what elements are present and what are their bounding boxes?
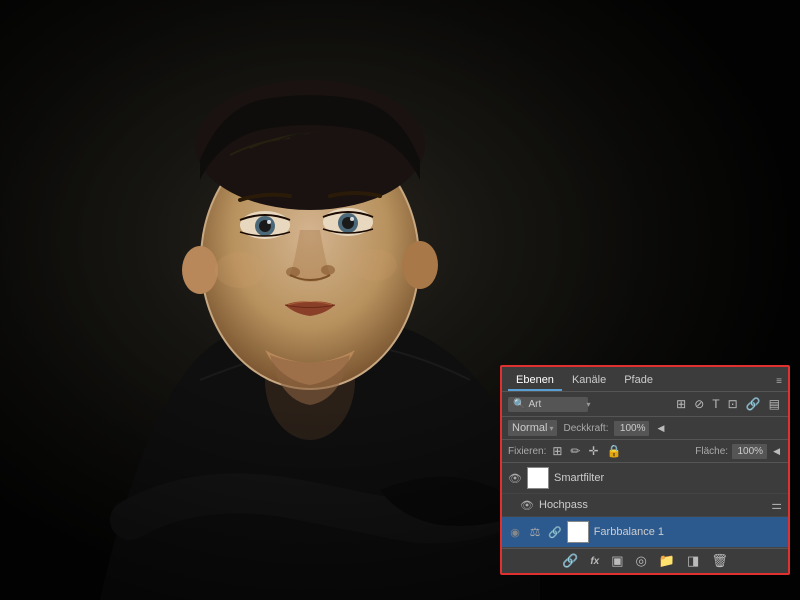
more-icon[interactable]: ▤ (767, 396, 782, 412)
new-group-icon[interactable]: ⊞ (674, 396, 688, 412)
visibility-icon-farbbalance[interactable]: ◉ (508, 525, 522, 539)
layer-name-smartfilter: Smartfilter (554, 472, 782, 484)
search-dropdown-arrow[interactable]: ▾ (586, 400, 590, 409)
lock-all-icon[interactable]: 🔒 (605, 443, 624, 459)
panel-tabs: Ebenen Kanäle Pfade ≡ (502, 367, 788, 392)
fill-value[interactable]: 100% (732, 444, 767, 459)
filter-options-icon[interactable]: ⚌ (771, 498, 782, 512)
layer-name-farbbalance: Farbbalance 1 (594, 526, 782, 538)
fixieren-label: Fixieren: (508, 446, 546, 457)
layer-item-hochpass[interactable]: 👁 Hochpass ⚌ (502, 494, 788, 517)
visibility-icon-hochpass[interactable]: 👁 (520, 498, 534, 512)
lock-icons: ⊞ ✏ ✛ 🔒 (550, 443, 623, 459)
layers-list: 👁 Smartfilter 👁 Hochpass ⚌ ◉ ⚖ 🔗 Farbbal… (502, 463, 788, 548)
layer-item-farbbalance[interactable]: ◉ ⚖ 🔗 Farbbalance 1 (502, 517, 788, 548)
layer-item-smartfilter[interactable]: 👁 Smartfilter (502, 463, 788, 494)
search-icon: 🔍 (513, 399, 525, 410)
new-group-btn[interactable]: 📁 (659, 553, 675, 569)
search-box[interactable]: 🔍 ▾ (508, 397, 588, 412)
blend-dropdown-arrow: ▾ (549, 424, 553, 433)
lock-pixels-icon[interactable]: ⊞ (550, 443, 564, 459)
adjustment-icon[interactable]: ⊘ (692, 396, 706, 412)
opacity-decrease-icon[interactable]: ◀ (655, 422, 666, 435)
chain-icon-farbbalance[interactable]: 🔗 (548, 526, 562, 539)
layer-thumb-farbbalance (567, 521, 589, 543)
tab-pfade[interactable]: Pfade (616, 371, 661, 391)
fx-icon[interactable]: fx (590, 556, 599, 567)
new-layer-btn[interactable]: ◨ (687, 553, 699, 569)
canvas-area: Ebenen Kanäle Pfade ≡ 🔍 ▾ ⊞ ⊘ T ⊡ 🔗 ▤ (0, 0, 800, 600)
toolbar-icons: ⊞ ⊘ T ⊡ 🔗 ▤ (674, 396, 782, 412)
layers-panel: Ebenen Kanäle Pfade ≡ 🔍 ▾ ⊞ ⊘ T ⊡ 🔗 ▤ (500, 365, 790, 575)
panel-menu-icon[interactable]: ≡ (776, 376, 782, 387)
delete-layer-btn[interactable]: 🗑 (711, 553, 728, 569)
lock-paint-icon[interactable]: ✏ (568, 443, 582, 459)
layer-name-hochpass: Hochpass (539, 499, 766, 511)
blend-mode-value: Normal (512, 422, 547, 434)
opacity-label: Deckkraft: (563, 423, 608, 434)
lock-position-icon[interactable]: ✛ (586, 443, 600, 459)
shape-icon[interactable]: ⊡ (726, 396, 740, 412)
search-input[interactable] (528, 399, 583, 410)
link-icon[interactable]: 🔗 (562, 553, 578, 569)
new-fill-icon[interactable]: ▣ (611, 553, 623, 569)
adjustment-layer-icon: ⚖ (527, 524, 543, 540)
text-icon[interactable]: T (710, 396, 721, 412)
visibility-icon-smartfilter[interactable]: 👁 (508, 471, 522, 485)
blend-row: Normal ▾ Deckkraft: 100% ◀ (502, 417, 788, 440)
tab-kanaele[interactable]: Kanäle (564, 371, 614, 391)
fill-decrease-icon[interactable]: ◀ (771, 445, 782, 458)
lock-row: Fixieren: ⊞ ✏ ✛ 🔒 Fläche: 100% ◀ (502, 440, 788, 463)
opacity-value[interactable]: 100% (614, 421, 649, 436)
adjustment-layer-btn[interactable]: ◎ (636, 553, 647, 569)
fill-label: Fläche: (695, 446, 728, 457)
filter-icon2[interactable]: 🔗 (744, 396, 763, 412)
bottom-toolbar: 🔗 fx ▣ ◎ 📁 ◨ 🗑 (502, 548, 788, 573)
layer-thumb-smartfilter (527, 467, 549, 489)
filter-toolbar: 🔍 ▾ ⊞ ⊘ T ⊡ 🔗 ▤ (502, 392, 788, 417)
blend-mode-select[interactable]: Normal ▾ (508, 420, 557, 436)
tab-ebenen[interactable]: Ebenen (508, 371, 562, 391)
